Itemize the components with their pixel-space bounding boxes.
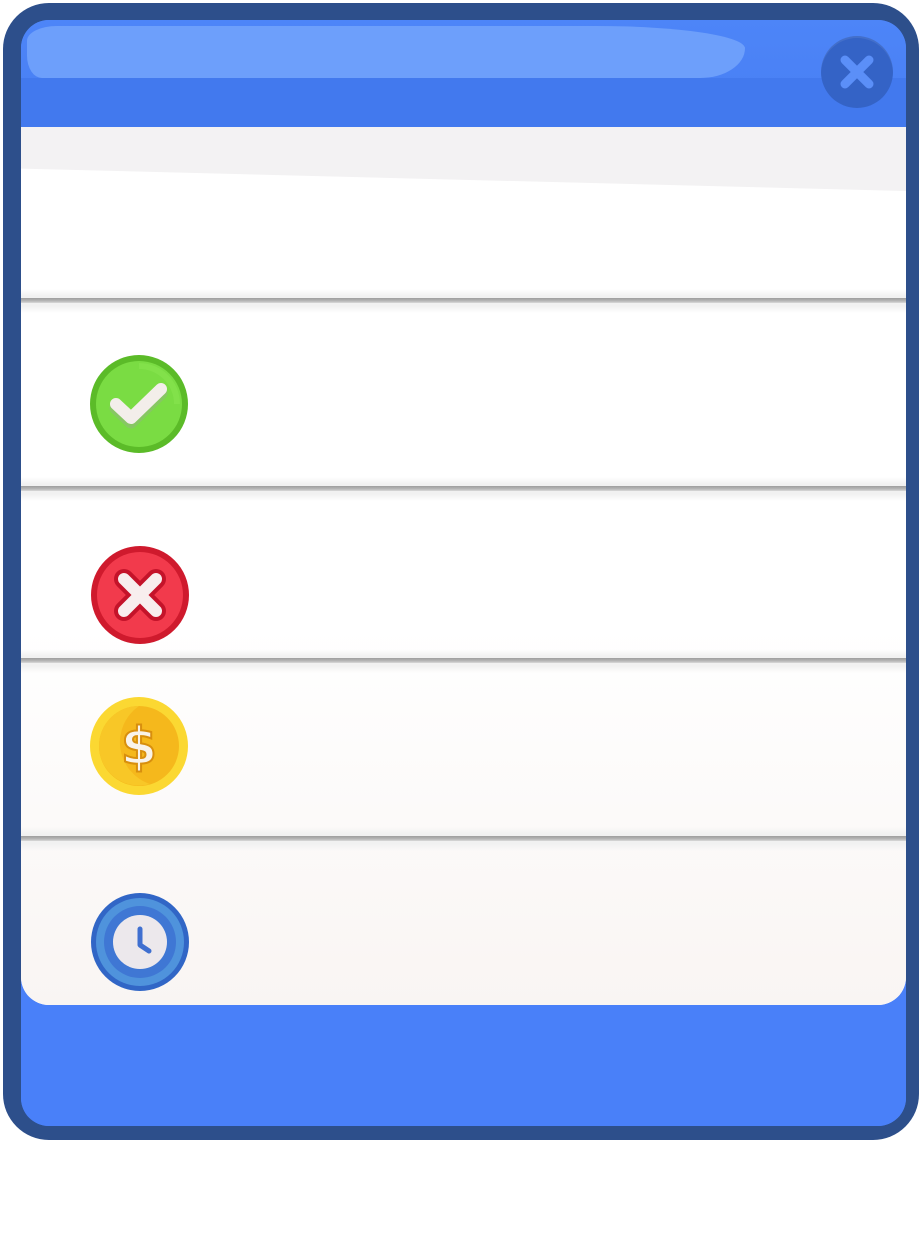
- content-top-shade: [21, 127, 906, 191]
- content-panel: $: [21, 127, 906, 1005]
- popup-header: [21, 20, 906, 136]
- header-gloss: [27, 26, 745, 78]
- list-item-approved[interactable]: [21, 313, 906, 477]
- svg-text:$: $: [121, 717, 157, 777]
- popup-footer: [21, 1005, 906, 1126]
- dollar-coin-icon: $: [90, 697, 188, 795]
- clock-icon: [91, 893, 189, 991]
- divider: [21, 477, 906, 501]
- divider: [21, 649, 906, 673]
- cross-icon: [91, 546, 189, 644]
- popup-window-body: $: [21, 20, 906, 1126]
- popup-window: $: [3, 3, 919, 1140]
- list-item-pending[interactable]: [21, 851, 906, 1005]
- check-icon: [90, 355, 188, 453]
- list-item-payment[interactable]: $: [21, 673, 906, 827]
- divider: [21, 289, 906, 313]
- close-button[interactable]: [821, 36, 893, 108]
- divider: [21, 827, 906, 851]
- close-icon: [840, 55, 874, 89]
- list-item-rejected[interactable]: [21, 501, 906, 649]
